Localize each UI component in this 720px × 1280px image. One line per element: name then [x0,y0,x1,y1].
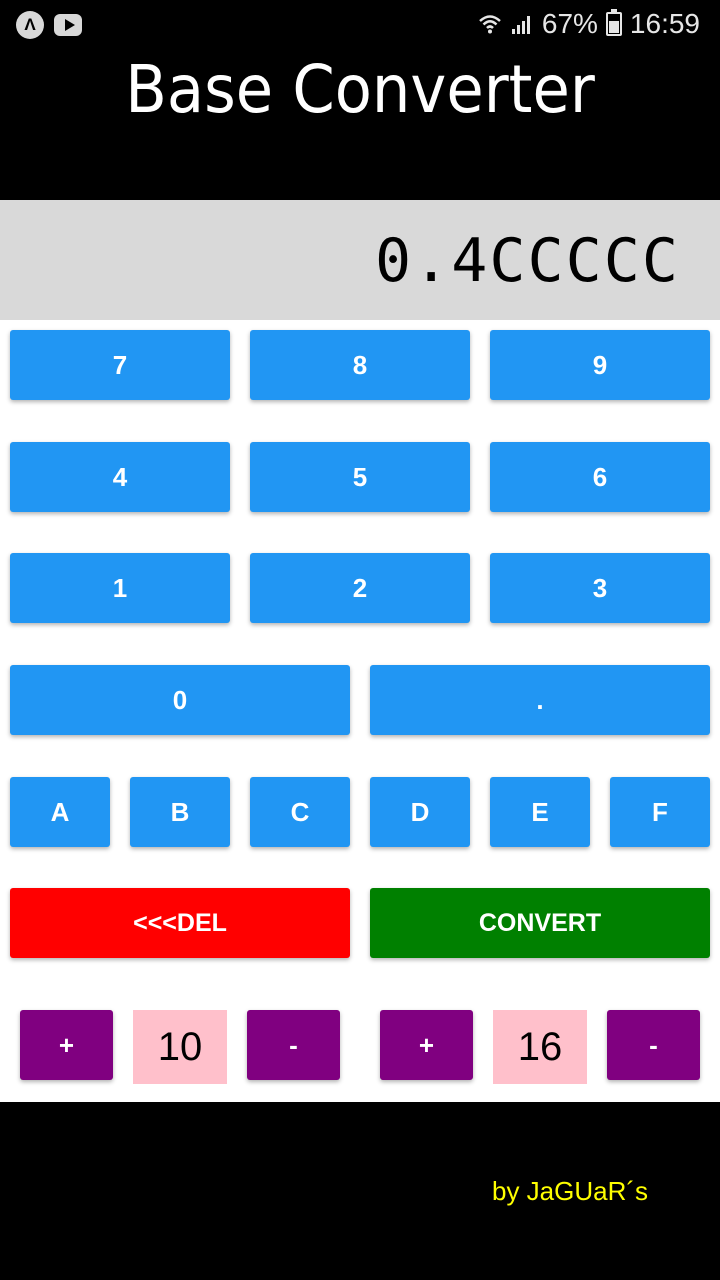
page-title: Base Converter [125,51,595,128]
app-a-icon: Λ [16,11,44,39]
to-base-value: 16 [493,1010,587,1084]
delete-button[interactable]: <<<DEL [10,888,350,958]
signal-icon [511,16,530,34]
decimal-point-button[interactable]: . [370,665,710,735]
key-5-button[interactable]: 5 [250,442,470,512]
key-4-button[interactable]: 4 [10,442,230,512]
result-display: 0.4CCCCC [0,200,720,320]
wifi-icon [479,15,501,34]
from-base-increment-button[interactable]: + [20,1010,113,1080]
key-7-button[interactable]: 7 [10,330,230,400]
key-f-button[interactable]: F [610,777,710,847]
key-3-button[interactable]: 3 [490,553,710,623]
key-b-button[interactable]: B [130,777,230,847]
convert-button[interactable]: CONVERT [370,888,710,958]
notification-icons: Λ [16,11,82,39]
battery-percent: 67% [541,8,598,39]
display-value: 0.4CCCCC [375,226,680,296]
key-6-button[interactable]: 6 [490,442,710,512]
key-8-button[interactable]: 8 [250,330,470,400]
key-2-button[interactable]: 2 [250,553,470,623]
key-0-button[interactable]: 0 [10,665,350,735]
from-base-value: 10 [133,1010,227,1084]
to-base-decrement-button[interactable]: - [607,1010,700,1080]
youtube-icon [54,14,82,36]
key-1-button[interactable]: 1 [10,553,230,623]
system-icons: 67% 16:59 [478,8,700,40]
key-e-button[interactable]: E [490,777,590,847]
clock: 16:59 [629,8,700,39]
key-a-button[interactable]: A [10,777,110,847]
key-c-button[interactable]: C [250,777,350,847]
from-base-decrement-button[interactable]: - [247,1010,340,1080]
key-9-button[interactable]: 9 [490,330,710,400]
to-base-increment-button[interactable]: + [380,1010,473,1080]
status-bar: Λ 67% 16:59 [0,0,720,50]
key-d-button[interactable]: D [370,777,470,847]
author-credit: by JaGUaR´s [492,1176,649,1206]
battery-icon [605,9,622,36]
